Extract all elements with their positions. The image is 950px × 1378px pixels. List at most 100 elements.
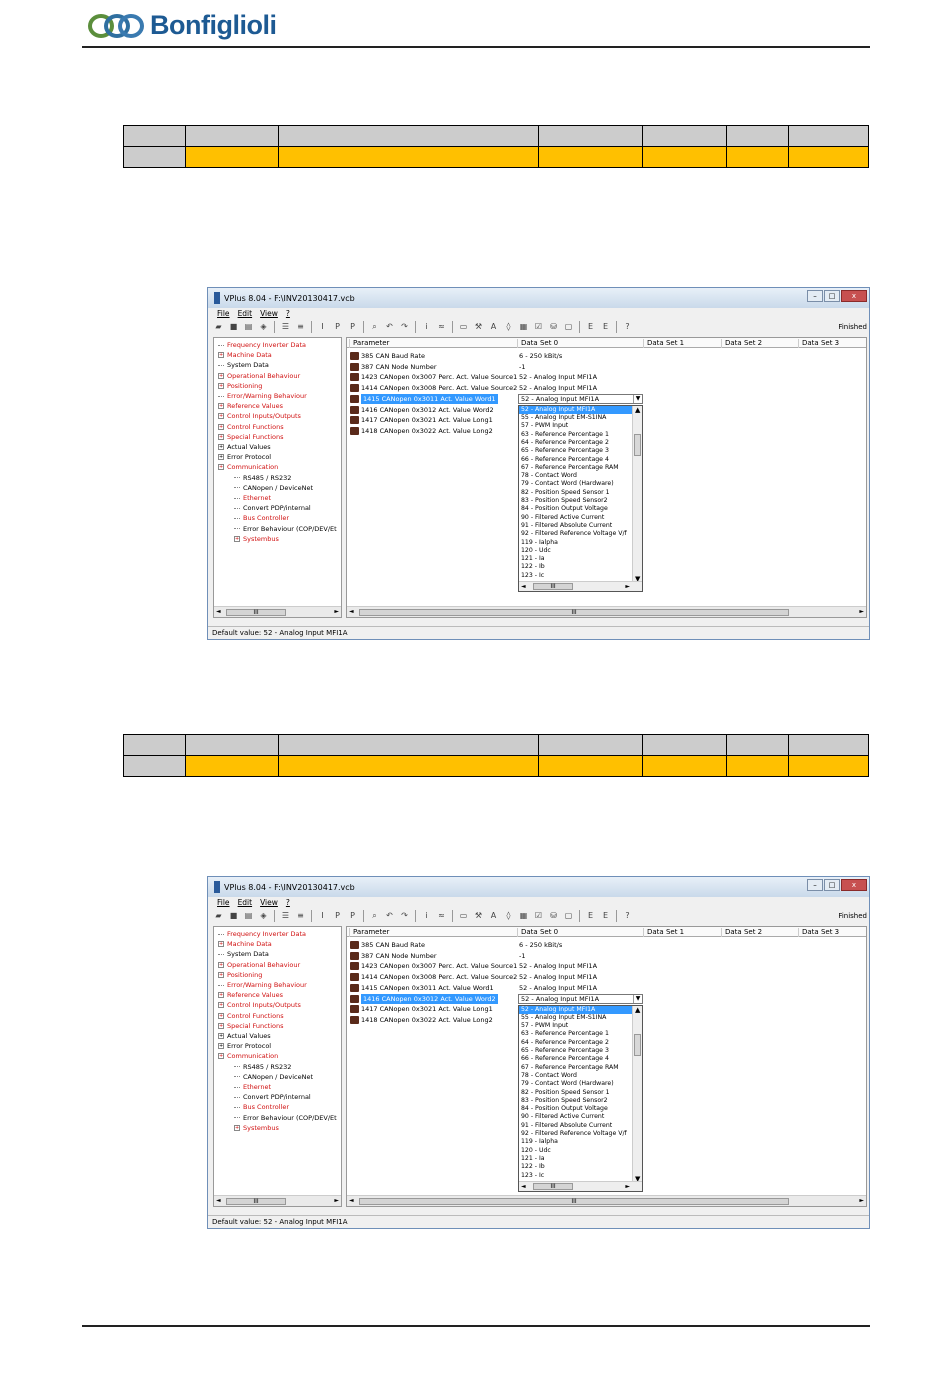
tree-item[interactable]: + Control Functions	[218, 1011, 284, 1021]
tree-item[interactable]: RS485 / RS232	[234, 1062, 291, 1072]
tree-item[interactable]: + Control Inputs/Outputs	[218, 1000, 301, 1010]
grid-column-header[interactable]: Parameter	[349, 339, 389, 348]
close-button[interactable]: x	[841, 879, 867, 891]
tree-item[interactable]: + Reference Values	[218, 990, 283, 1000]
device-icon[interactable]: ⛁	[547, 321, 560, 333]
eu-icon[interactable]: E	[584, 910, 597, 922]
tree-item[interactable]: + Control Inputs/Outputs	[218, 411, 301, 421]
tree-item[interactable]: + Positioning	[218, 381, 262, 391]
scroll-thumb[interactable]: III	[226, 1198, 286, 1205]
grid-column-header[interactable]: Data Set 2	[721, 928, 762, 937]
dropdown-option[interactable]: 66 - Reference Percentage 4	[519, 1055, 633, 1063]
tree-horizontal-scrollbar[interactable]: ◄ III ►	[214, 606, 341, 617]
redo-icon[interactable]: ↷	[398, 321, 411, 333]
scroll-right-icon[interactable]: ►	[334, 608, 339, 615]
dropdown-option[interactable]: 67 - Reference Percentage RAM	[519, 464, 633, 472]
expand-icon[interactable]: +	[218, 961, 224, 968]
dropdown-option[interactable]: 123 - Ic	[519, 572, 633, 580]
tree-item[interactable]: Convert PDP/internal	[234, 1092, 311, 1102]
save-icon[interactable]: ■	[227, 910, 240, 922]
tree-item[interactable]: System Data	[218, 949, 269, 959]
grid-column-header[interactable]: Data Set 0	[517, 928, 558, 937]
dropdown-option[interactable]: 120 - Udc	[519, 547, 633, 555]
parameter-name[interactable]: 387 CAN Node Number	[361, 951, 437, 961]
parameter-name[interactable]: 1415 CANopen 0x3011 Act. Value Word1	[361, 393, 498, 404]
expand-icon[interactable]: +	[218, 444, 224, 450]
find-icon[interactable]: ◈	[257, 321, 270, 333]
parameter-value[interactable]: 6 - 250 kBit/s	[519, 940, 562, 950]
tree-horizontal-scrollbar[interactable]: ◄ III ►	[214, 1195, 341, 1206]
expand-icon[interactable]: +	[234, 535, 240, 542]
scroll-thumb[interactable]	[634, 433, 641, 456]
menu-item[interactable]: View	[260, 309, 278, 318]
parameter-value[interactable]: 52 - Analog Input MFI1A	[519, 383, 597, 393]
dropdown-option[interactable]: 82 - Position Speed Sensor 1	[519, 489, 633, 497]
tree-item[interactable]: Bus Controller	[234, 513, 289, 523]
scroll-thumb[interactable]: III	[533, 1182, 573, 1190]
print-icon[interactable]: ▤	[242, 910, 255, 922]
scroll-left-icon[interactable]: ◄	[349, 608, 354, 615]
dropdown-option[interactable]: 65 - Reference Percentage 3	[519, 447, 633, 455]
dropdown-option[interactable]: 79 - Contact Word (Hardware)	[519, 480, 633, 488]
dropdown-horizontal-scrollbar[interactable]: ◄ III ►	[519, 580, 642, 591]
tree-view-icon[interactable]: ☰	[279, 321, 292, 333]
tree-item[interactable]: Ethernet	[234, 1082, 271, 1092]
menu-item[interactable]: ?	[286, 898, 290, 907]
dropdown-list[interactable]: 52 - Analog Input MFI1A 55 - Analog Input…	[518, 1004, 643, 1192]
dropdown-option[interactable]: 121 - Ia	[519, 555, 633, 563]
dropdown-option[interactable]: 122 - Ib	[519, 563, 633, 571]
dropdown-option[interactable]: 123 - Ic	[519, 1172, 633, 1180]
parameter-value[interactable]: 6 - 250 kBit/s	[519, 351, 562, 361]
expand-icon[interactable]: +	[218, 1033, 224, 1039]
dropdown-arrow-icon[interactable]: ▼	[633, 394, 642, 403]
tree-item[interactable]: + Control Functions	[218, 422, 284, 432]
maximize-button[interactable]: □	[824, 879, 840, 891]
scroll-left-icon[interactable]: ◄	[216, 1197, 221, 1204]
search-icon[interactable]: ⌕	[368, 321, 381, 333]
dropdown-option[interactable]: 119 - Ialpha	[519, 539, 633, 547]
parameter-name[interactable]: 1418 CANopen 0x3022 Act. Value Long2	[361, 1015, 493, 1025]
tree-item[interactable]: + Actual Values	[218, 442, 271, 452]
parameter-value[interactable]: -1	[519, 951, 525, 961]
dropdown-arrow-icon[interactable]: ▼	[633, 994, 642, 1003]
menu-item[interactable]: Edit	[238, 898, 253, 907]
parameter-name[interactable]: 1418 CANopen 0x3022 Act. Value Long2	[361, 426, 493, 436]
expand-icon[interactable]: +	[218, 1022, 224, 1029]
tree-item[interactable]: + Communication	[218, 462, 278, 472]
ep-icon[interactable]: E	[599, 910, 612, 922]
scroll-left-icon[interactable]: ◄	[521, 1183, 526, 1190]
parameter-value[interactable]: 52 - Analog Input MFI1A	[519, 972, 597, 982]
dropdown-option[interactable]: 78 - Contact Word	[519, 1072, 633, 1080]
grid-horizontal-scrollbar[interactable]: ◄ III ►	[347, 606, 866, 617]
dropdown-option[interactable]: 64 - Reference Percentage 2	[519, 439, 633, 447]
parameter-value[interactable]: 52 - Analog Input MFI1A	[519, 961, 597, 971]
monitor-icon[interactable]: ▭	[457, 321, 470, 333]
dropdown-option[interactable]: 83 - Position Speed Sensor2	[519, 497, 633, 505]
dropdown-option[interactable]: 90 - Filtered Active Current	[519, 514, 633, 522]
tree-item[interactable]: + Operational Behaviour	[218, 371, 300, 381]
grid-column-header[interactable]: Parameter	[349, 928, 389, 937]
tree-item[interactable]: + Error Protocol	[218, 452, 271, 462]
menu-item[interactable]: Edit	[238, 309, 253, 318]
window-titlebar[interactable]: VPlus 8.04 - F:\INV20130417.vcb – □ x	[208, 877, 869, 897]
grid-column-header[interactable]: Data Set 3	[798, 339, 839, 348]
find-icon[interactable]: ◈	[257, 910, 270, 922]
scroll-thumb[interactable]	[634, 1033, 641, 1056]
parameter-name[interactable]: 385 CAN Baud Rate	[361, 351, 425, 361]
window-icon[interactable]: ▢	[562, 321, 575, 333]
tree-item[interactable]: + Communication	[218, 1051, 278, 1061]
tree-item[interactable]: + Systembus	[234, 1123, 279, 1133]
value-select[interactable]: 52 - Analog Input MFI1A ▼	[518, 393, 643, 404]
dropdown-option[interactable]: 82 - Position Speed Sensor 1	[519, 1089, 633, 1097]
tree-item[interactable]: CANopen / DeviceNet	[234, 1072, 313, 1082]
parameter-name[interactable]: 1423 CANopen 0x3007 Perc. Act. Value Sou…	[361, 372, 517, 382]
dropdown-vertical-scrollbar[interactable]: ▲ ▼	[632, 405, 642, 583]
table-row[interactable]: 1415 CANopen 0x3011 Act. Value Word1 52 -…	[347, 983, 866, 993]
search-icon[interactable]: ⌕	[368, 910, 381, 922]
expand-icon[interactable]: +	[218, 454, 224, 461]
scroll-left-icon[interactable]: ◄	[521, 583, 526, 590]
expand-icon[interactable]: +	[218, 971, 224, 978]
expand-icon[interactable]: +	[234, 1124, 240, 1131]
expand-icon[interactable]: +	[218, 413, 224, 420]
table-row[interactable]: 385 CAN Baud Rate 6 - 250 kBit/s	[347, 940, 866, 950]
